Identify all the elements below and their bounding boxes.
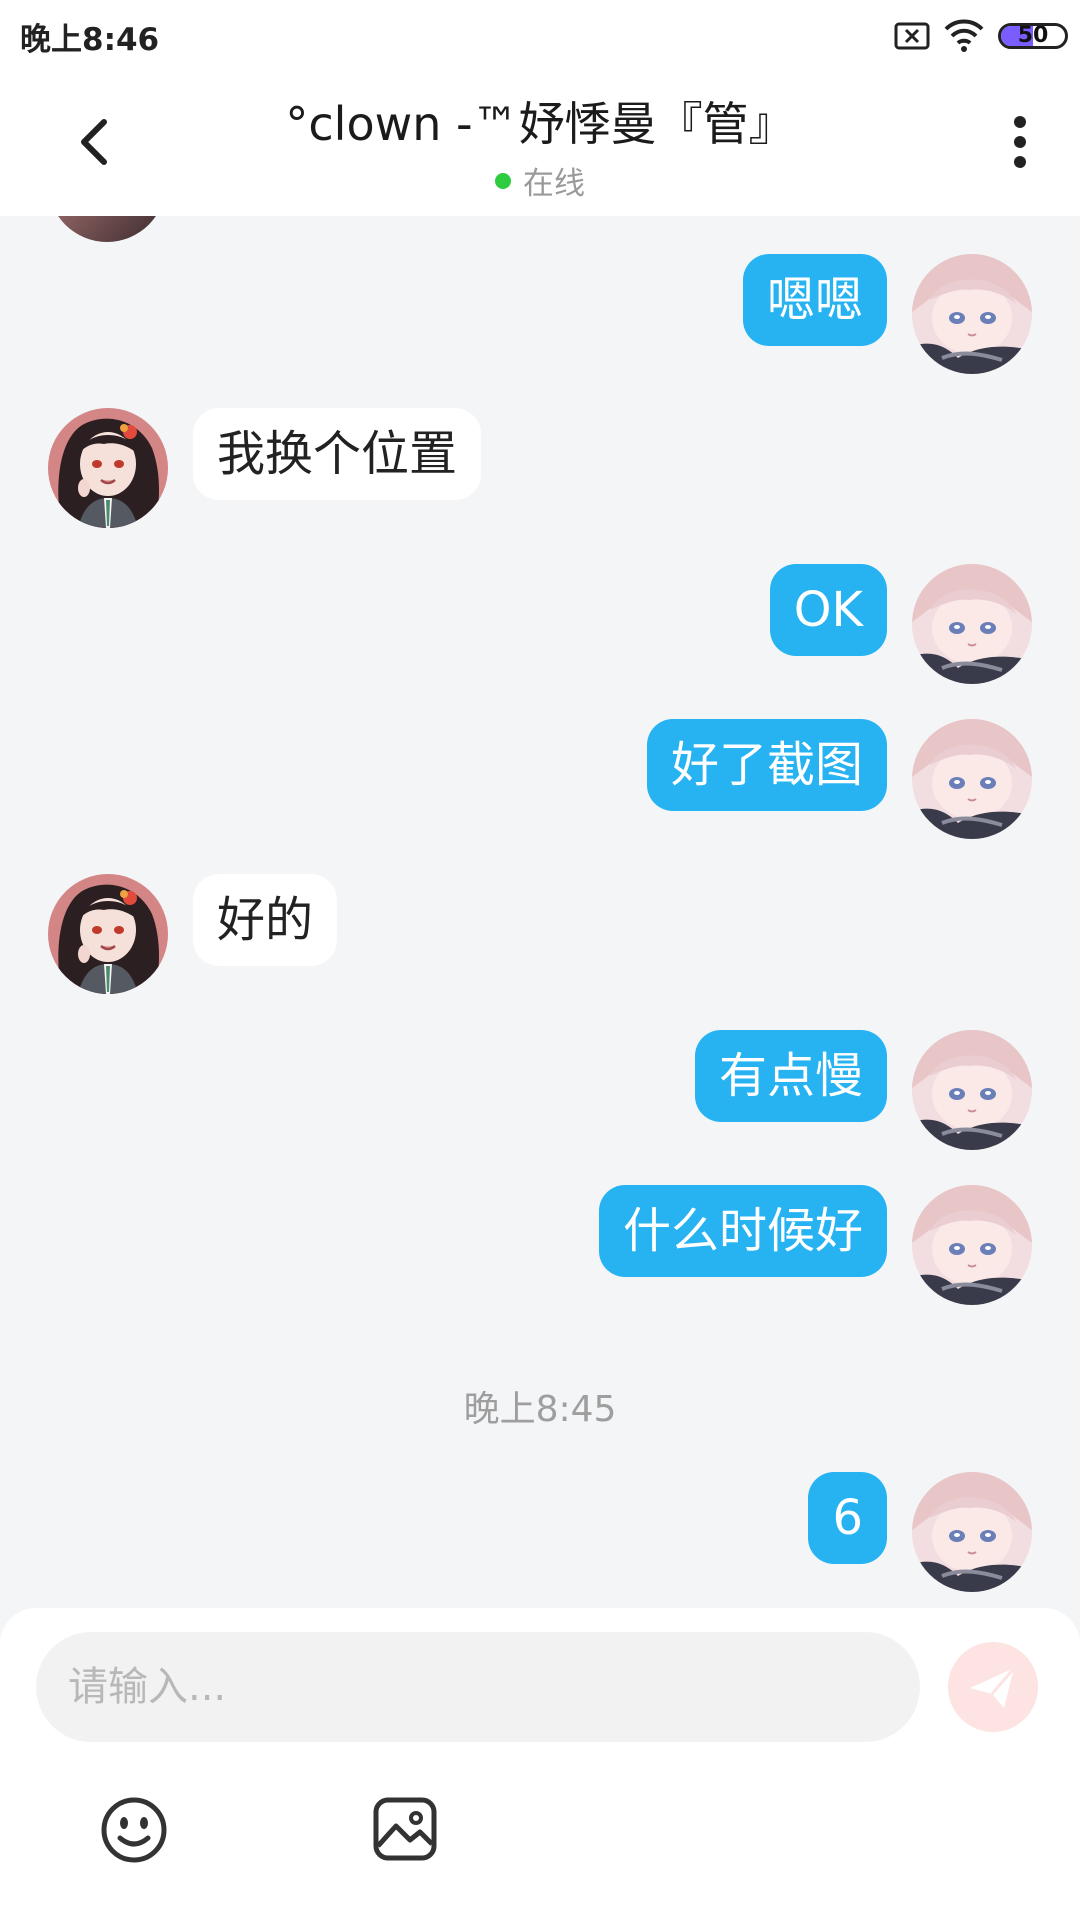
send-icon <box>970 1667 1016 1708</box>
status-icons: 50 <box>894 18 1068 54</box>
message-bubble[interactable]: 好的 <box>193 874 338 966</box>
self-avatar[interactable] <box>912 1185 1032 1305</box>
input-panel <box>0 1608 1080 1920</box>
status-time: 晚上8:46 <box>20 22 160 58</box>
self-avatar[interactable] <box>912 1030 1032 1150</box>
message-row: 6 <box>0 1472 1080 1592</box>
online-status-label: 在线 <box>523 166 585 202</box>
contact-avatar[interactable] <box>48 408 168 528</box>
image-button[interactable] <box>370 1794 440 1864</box>
emoji-button[interactable] <box>98 1794 170 1866</box>
battery-level: 50 <box>1017 23 1049 48</box>
message-bubble[interactable]: OK <box>769 564 887 656</box>
chat-screen: 晚上8:46 50 °clown -™妤悸曼『管』 在线 嗯嗯 我换个位置 OK… <box>0 0 1080 1920</box>
status-bar: 晚上8:46 50 <box>0 0 1080 72</box>
more-options-button[interactable] <box>990 102 1050 182</box>
message-bubble[interactable]: 有点慢 <box>694 1030 887 1122</box>
message-row: 有点慢 <box>0 1030 1080 1150</box>
contact-name: °clown -™妤悸曼『管』 <box>285 97 795 151</box>
message-bubble[interactable]: 我换个位置 <box>193 408 482 500</box>
self-avatar[interactable] <box>912 1472 1032 1592</box>
message-bubble[interactable]: 6 <box>808 1472 887 1564</box>
message-list[interactable]: 嗯嗯 我换个位置 OK 好了截图 好的 有点慢 什么时候好 晚上8:45 6 <box>0 216 1080 1606</box>
message-timestamp: 晚上8:45 <box>463 1389 617 1430</box>
message-bubble[interactable]: 什么时候好 <box>598 1185 887 1277</box>
self-avatar[interactable] <box>912 719 1032 839</box>
send-button[interactable] <box>948 1642 1038 1732</box>
sim-blocked-icon <box>894 22 930 50</box>
emoji-icon <box>101 1797 167 1863</box>
online-status: 在线 <box>0 158 1080 203</box>
online-dot-icon <box>495 172 511 189</box>
chat-header: °clown -™妤悸曼『管』 在线 <box>0 72 1080 216</box>
message-bubble[interactable]: 好了截图 <box>646 719 887 811</box>
avatar-partial <box>48 216 166 242</box>
more-vert-icon <box>1014 116 1026 168</box>
battery-icon: 50 <box>998 23 1068 49</box>
message-row: 好的 <box>0 874 1080 994</box>
message-row: 好了截图 <box>0 719 1080 839</box>
message-row: 嗯嗯 <box>0 254 1080 374</box>
self-avatar[interactable] <box>912 564 1032 684</box>
wifi-icon <box>944 19 984 52</box>
message-row: OK <box>0 564 1080 684</box>
self-avatar[interactable] <box>912 254 1032 374</box>
message-row: 我换个位置 <box>0 408 1080 528</box>
message-row: 什么时候好 <box>0 1185 1080 1305</box>
message-bubble[interactable]: 嗯嗯 <box>742 254 887 346</box>
contact-avatar[interactable] <box>48 874 168 994</box>
message-input[interactable] <box>36 1632 920 1742</box>
image-icon <box>373 1797 437 1861</box>
